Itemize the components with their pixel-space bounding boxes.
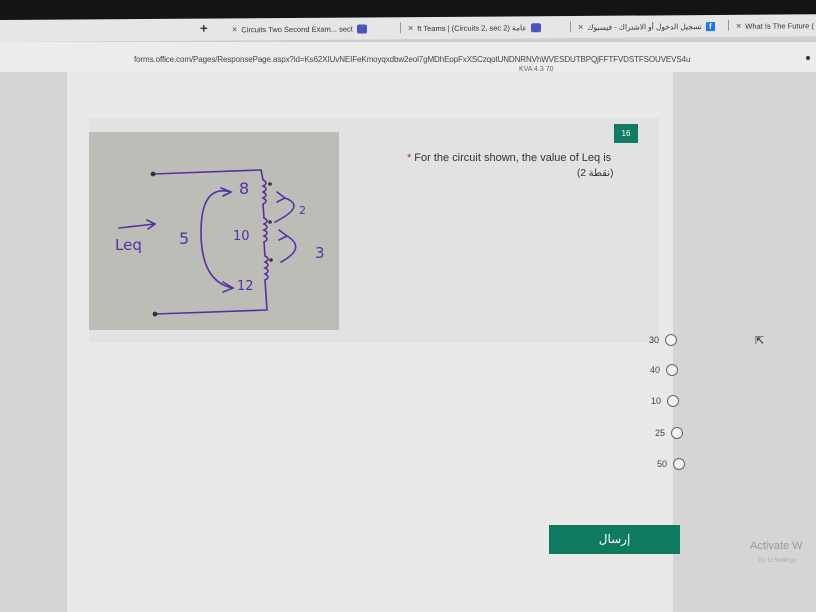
radio-button[interactable] (665, 334, 678, 346)
menu-dot-icon[interactable] (806, 56, 810, 60)
activate-windows-subtext: Go to Settings (758, 558, 797, 564)
option-50[interactable]: 50 (657, 458, 686, 470)
close-icon[interactable]: × (736, 21, 741, 31)
teams-icon (356, 23, 367, 34)
submit-button[interactable]: إرسال (549, 525, 680, 554)
circuit-drawing: 8 2 Leq 5 10 3 12 (115, 169, 325, 317)
option-label: 50 (657, 459, 668, 469)
required-marker: * (407, 152, 412, 164)
tab-label: ft Teams | (Circuits 2, sec 2) عامة (417, 22, 527, 33)
scrolled-text: KVA 4.3 70 (519, 66, 554, 73)
form-card: KVA 4.3 70 8 2 Leq 5 10 3 12 16 * For th… (67, 66, 686, 612)
close-icon[interactable]: × (578, 22, 583, 32)
teams-icon (530, 22, 541, 32)
option-label: 25 (655, 428, 666, 438)
tab-future[interactable]: × What Is The Future ( (736, 17, 814, 34)
question-text: * For the circuit shown, the value of Leq… (407, 152, 611, 164)
label-3: 3 (315, 244, 325, 262)
tab-label: What Is The Future ( (745, 20, 814, 31)
option-label: 10 (651, 396, 662, 406)
radio-button[interactable] (666, 364, 679, 376)
question-label: For the circuit shown, the value of Leq … (414, 152, 612, 164)
tab-label: تسجيل الدخول أو الاشتراك - فيسبوك (587, 21, 702, 32)
question-number-badge: 16 (614, 124, 638, 143)
label-8: 8 (239, 179, 249, 198)
activate-windows-watermark: Activate W (750, 540, 803, 552)
label-2: 2 (299, 204, 306, 217)
address-bar[interactable]: forms.office.com/Pages/ResponsePage.aspx… (0, 42, 816, 72)
url-text[interactable]: forms.office.com/Pages/ResponsePage.aspx… (134, 55, 690, 64)
facebook-icon: f (705, 21, 715, 31)
tab-strip: + × Circuits Two Second Exam... sect × f… (0, 14, 816, 42)
option-label: 30 (649, 335, 660, 345)
radio-button[interactable] (667, 395, 680, 407)
close-icon[interactable]: × (232, 24, 237, 34)
circuit-figure: 8 2 Leq 5 10 3 12 (89, 132, 339, 330)
label-10: 10 (233, 229, 250, 244)
mouse-cursor-icon: ⇱ (755, 335, 765, 347)
page: KVA 4.3 70 8 2 Leq 5 10 3 12 16 * For th… (0, 66, 816, 612)
tab-label: Circuits Two Second Exam... sect (241, 24, 353, 34)
option-10[interactable]: 10 (651, 395, 680, 407)
label-12: 12 (237, 279, 254, 294)
radio-button[interactable] (671, 427, 684, 439)
question-container: 8 2 Leq 5 10 3 12 16 * For the circuit sh… (89, 118, 659, 343)
new-tab-button[interactable]: + (200, 21, 208, 36)
option-30[interactable]: 30 (649, 334, 678, 346)
option-label: 40 (650, 365, 661, 375)
label-5: 5 (179, 229, 189, 248)
question-points: (2 نقطة) (577, 168, 614, 179)
option-40[interactable]: 40 (650, 364, 679, 376)
close-icon[interactable]: × (408, 23, 413, 33)
label-leq: Leq (115, 236, 142, 254)
radio-button[interactable] (673, 458, 686, 470)
option-25[interactable]: 25 (655, 427, 684, 439)
tab-facebook[interactable]: × تسجيل الدخول أو الاشتراك - فيسبوك f (578, 18, 715, 35)
tab-teams[interactable]: × ft Teams | (Circuits 2, sec 2) عامة (408, 19, 541, 36)
tab-circuits-exam[interactable]: × Circuits Two Second Exam... sect (232, 20, 367, 37)
